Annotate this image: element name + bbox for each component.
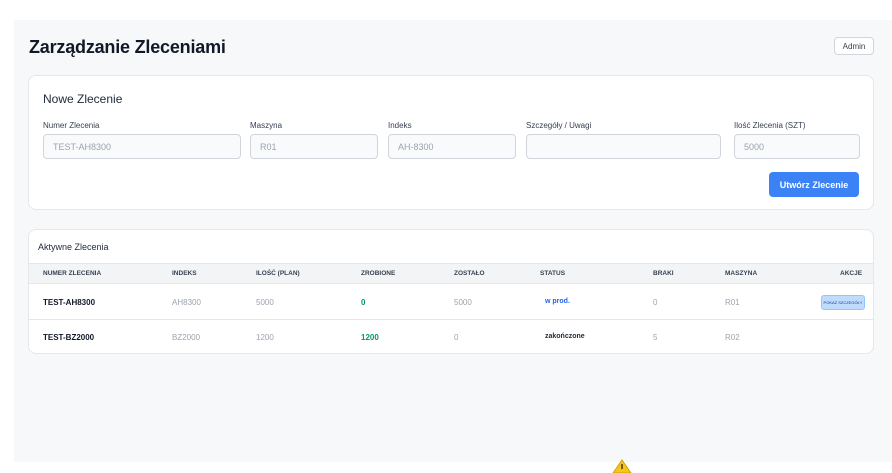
index-input[interactable]: AH-8300 — [388, 134, 516, 159]
cell-index: BZ2000 — [172, 333, 201, 342]
col-defects: BRAKI — [653, 270, 674, 277]
cell-done: 0 — [361, 298, 366, 307]
page-title: Zarządzanie Zleceniami — [29, 37, 226, 57]
active-orders-card: Aktywne Zlecenia NUMER ZLECENIA INDEKS I… — [28, 229, 874, 354]
new-order-title: Nowe Zlecenie — [43, 92, 123, 106]
order-number-label: Numer Zlecenia — [43, 121, 100, 130]
warning-icon — [612, 459, 632, 473]
table-row: TEST-BZ2000 BZ2000 1200 1200 0 zakończon… — [29, 320, 873, 353]
machine-label: Maszyna — [250, 121, 283, 130]
col-index: INDEKS — [172, 270, 197, 277]
col-actions: AKCJE — [840, 270, 863, 277]
col-plan: ILOŚĆ (PLAN) — [256, 270, 300, 277]
quantity-label: Ilość Zlecenia (SZT) — [734, 121, 806, 130]
new-order-card: Nowe Zlecenie Numer Zlecenia TEST-AH8300… — [28, 75, 874, 210]
quantity-input[interactable]: 5000 — [734, 134, 860, 159]
admin-button[interactable]: Admin — [834, 37, 874, 55]
cell-plan: 5000 — [256, 298, 274, 307]
details-label: Szczegóły / Uwagi — [526, 121, 592, 130]
cell-order-number: TEST-AH8300 — [43, 298, 96, 307]
col-left: ZOSTAŁO — [454, 270, 485, 277]
index-label: Indeks — [388, 121, 412, 130]
app-window: Zarządzanie Zleceniami Admin Nowe Zlecen… — [14, 20, 892, 462]
col-status: STATUS — [540, 270, 566, 277]
cell-defects: 5 — [653, 333, 658, 342]
order-number-input[interactable]: TEST-AH8300 — [43, 134, 241, 159]
cell-left: 0 — [454, 333, 459, 342]
active-orders-title: Aktywne Zlecenia — [38, 242, 109, 252]
show-details-button[interactable]: POKAŻ SZCZEGÓŁY — [821, 295, 865, 310]
table-row: TEST-AH8300 AH8300 5000 0 5000 w prod. 0… — [29, 285, 873, 320]
table-header: NUMER ZLECENIA INDEKS ILOŚĆ (PLAN) ZROBI… — [29, 263, 873, 284]
cell-status: w prod. — [545, 298, 570, 305]
cell-plan: 1200 — [256, 333, 274, 342]
cell-machine: R02 — [725, 333, 740, 342]
details-input[interactable] — [526, 134, 721, 159]
cell-done: 1200 — [361, 333, 379, 342]
cell-status: zakończone — [545, 333, 585, 340]
col-done: ZROBIONE — [361, 270, 396, 277]
cell-defects: 0 — [653, 298, 658, 307]
cell-order-number: TEST-BZ2000 — [43, 333, 95, 342]
create-order-button[interactable]: Utwórz Zlecenie — [769, 172, 859, 197]
machine-input[interactable]: R01 — [250, 134, 378, 159]
cell-index: AH8300 — [172, 298, 201, 307]
cell-machine: R01 — [725, 298, 740, 307]
col-machine: MASZYNA — [725, 270, 758, 277]
col-order-number: NUMER ZLECENIA — [43, 270, 102, 277]
cell-left: 5000 — [454, 298, 472, 307]
